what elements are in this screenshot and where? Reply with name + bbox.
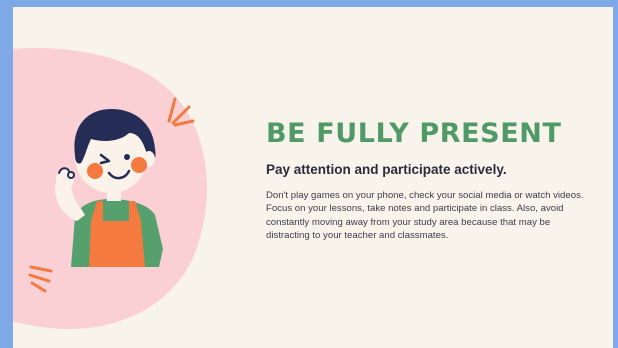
text-content: BE FULLY PRESENT Pay attention and parti… — [266, 116, 596, 242]
waving-child-illustration — [55, 109, 163, 267]
slide: BE FULLY PRESENT Pay attention and parti… — [13, 7, 613, 348]
slide-body-text: Don't play games on your phone, check yo… — [266, 190, 584, 241]
slide-subtitle: Pay attention and participate actively. — [266, 162, 507, 177]
slide-title: BE FULLY PRESENT — [266, 118, 562, 149]
